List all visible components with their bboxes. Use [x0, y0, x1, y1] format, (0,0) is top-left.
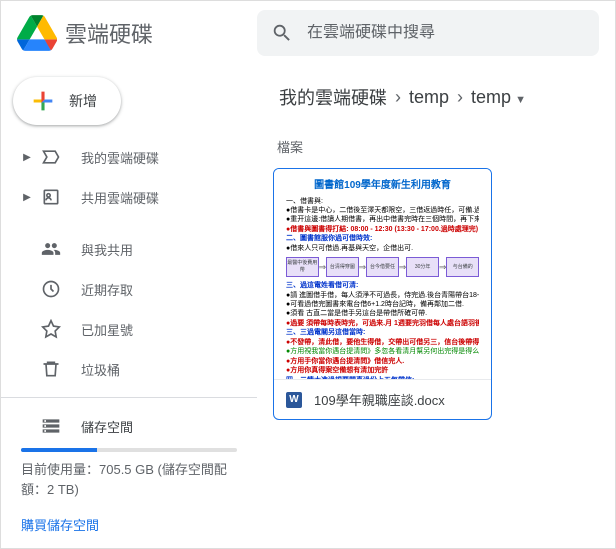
my-drive-icon [39, 145, 63, 169]
search-input[interactable] [307, 24, 585, 42]
breadcrumb-segment[interactable]: 我的雲端硬碟 [273, 80, 393, 114]
flow-diagram: 最醫中後費用帶⇒ 台清得穿圖⇒ 台今借要任⇒ 30分年⇒ 与台備的 [286, 257, 479, 277]
buy-storage-link[interactable]: 購買儲存空間 [21, 515, 99, 534]
sidebar-item-label: 我的雲端硬碟 [81, 148, 159, 167]
storage-usage-text: 目前使用量：705.5 GB (儲存空間配額：2 TB) [21, 460, 237, 499]
sidebar-item-recent[interactable]: 近期存取 [1, 269, 245, 309]
storage-bar [21, 448, 237, 452]
breadcrumb-segment[interactable]: temp [403, 83, 455, 112]
storage-section: 儲存空間 目前使用量：705.5 GB (儲存空間配額：2 TB) 購買儲存空間 [1, 406, 257, 534]
app-name: 雲端硬碟 [65, 17, 153, 49]
sidebar-item-my-drive[interactable]: ▶ 我的雲端硬碟 [1, 137, 245, 177]
chevron-right-icon: › [393, 87, 403, 108]
sidebar-item-shared-drives[interactable]: ▶ 共用雲端硬碟 [1, 177, 245, 217]
logo[interactable]: 雲端硬碟 [17, 13, 257, 53]
shared-drives-icon [39, 185, 63, 209]
breadcrumb-segment-current[interactable]: temp▼ [465, 83, 532, 112]
file-footer: W 109學年親職座談.docx [274, 379, 491, 419]
sidebar-item-label: 共用雲端硬碟 [81, 188, 159, 207]
file-name: 109學年親職座談.docx [314, 390, 445, 409]
expand-icon[interactable]: ▶ [21, 192, 33, 203]
section-label: 檔案 [277, 137, 599, 156]
plus-icon [29, 87, 57, 115]
breadcrumb: 我的雲端硬碟 › temp › temp▼ [273, 73, 599, 121]
drive-logo-icon [17, 13, 57, 53]
main-content: 我的雲端硬碟 › temp › temp▼ 檔案 圖書館109學年度新生利用教育… [257, 65, 615, 548]
sidebar-item-label: 近期存取 [81, 280, 133, 299]
sidebar-item-trash[interactable]: 垃圾桶 [1, 349, 245, 389]
storage-icon [39, 414, 63, 438]
word-doc-icon: W [286, 392, 302, 408]
sidebar-item-label: 與我共用 [81, 240, 133, 259]
clock-icon [39, 277, 63, 301]
chevron-right-icon: › [455, 87, 465, 108]
trash-icon [39, 357, 63, 381]
sidebar: 新增 ▶ 我的雲端硬碟 ▶ 共用雲端硬碟 與我共用 近期存取 已加星號 [1, 65, 257, 548]
sidebar-item-shared-with-me[interactable]: 與我共用 [1, 229, 245, 269]
chevron-down-icon: ▼ [515, 94, 526, 106]
sidebar-item-label: 垃圾桶 [81, 360, 120, 379]
star-icon [39, 317, 63, 341]
sidebar-item-label: 已加星號 [81, 320, 133, 339]
new-button[interactable]: 新增 [13, 77, 121, 125]
search-icon [271, 22, 293, 44]
expand-icon[interactable]: ▶ [21, 152, 33, 163]
storage-label: 儲存空間 [81, 417, 133, 436]
people-icon [39, 237, 63, 261]
search-bar[interactable] [257, 10, 599, 56]
sidebar-item-starred[interactable]: 已加星號 [1, 309, 245, 349]
file-card[interactable]: 圖書館109學年度新生利用教育 一、借書與: ●借書卡是中心，二借後至澤天都限空… [273, 168, 492, 420]
thumb-title: 圖書館109學年度新生利用教育 [286, 179, 479, 193]
file-thumbnail: 圖書館109學年度新生利用教育 一、借書與: ●借書卡是中心，二借後至澤天都限空… [274, 169, 491, 379]
new-button-label: 新增 [69, 91, 97, 111]
